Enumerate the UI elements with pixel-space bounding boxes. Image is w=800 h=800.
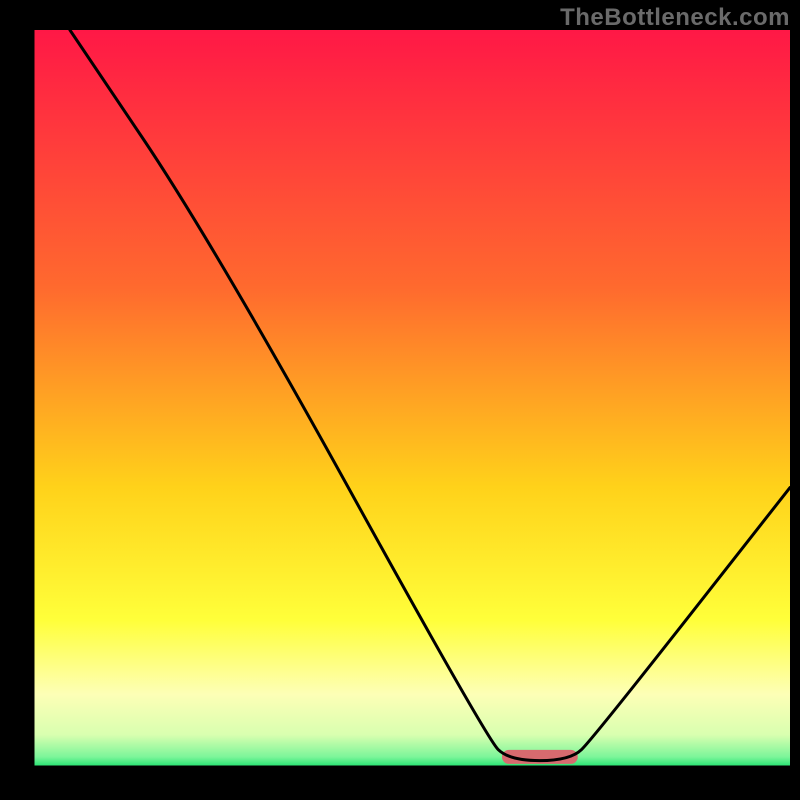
watermark-text: TheBottleneck.com — [560, 4, 790, 32]
bottleneck-chart — [0, 0, 800, 800]
chart-container: TheBottleneck.com — [0, 0, 800, 800]
